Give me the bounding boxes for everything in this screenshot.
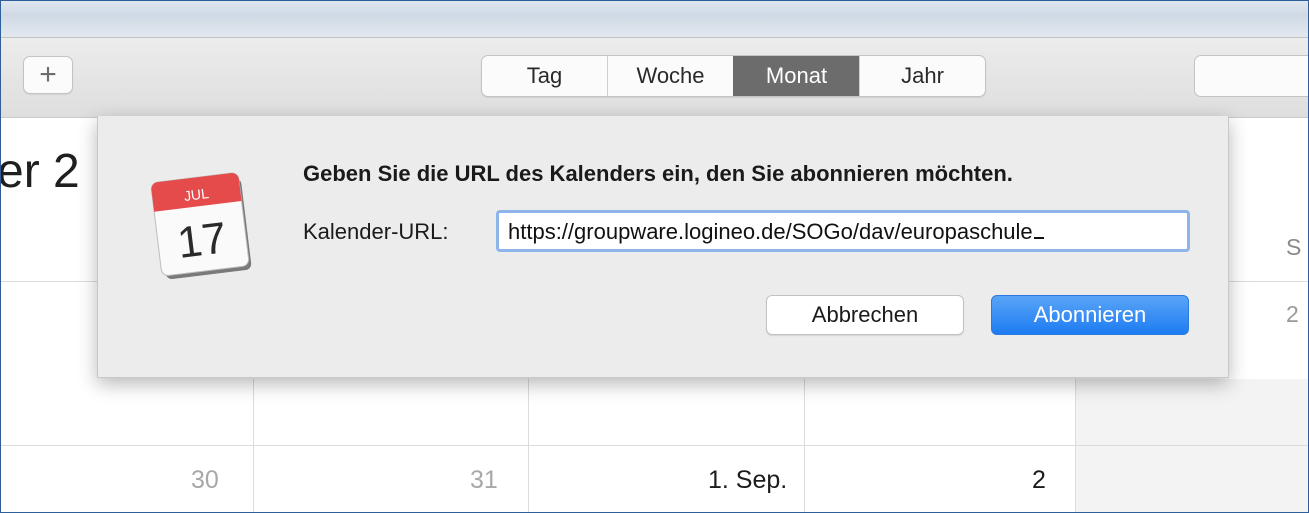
grid-line — [253, 379, 254, 512]
text-caret — [1033, 237, 1044, 239]
calendar-icon: JUL 17 — [150, 172, 252, 280]
day-number: 30 — [191, 466, 219, 494]
title-bar[interactable] — [1, 1, 1308, 38]
tab-week[interactable]: Woche — [607, 56, 733, 96]
tab-year[interactable]: Jahr — [859, 56, 985, 96]
day-number: 31 — [470, 466, 498, 494]
month-title: er 2 — [0, 145, 80, 198]
day-number: 2 — [1286, 301, 1299, 327]
day-number: 2 — [1032, 466, 1046, 494]
calendar-icon-day: 17 — [175, 213, 230, 268]
tab-day[interactable]: Tag — [482, 56, 607, 96]
weekend-cell — [1075, 446, 1308, 512]
subscribe-button[interactable]: Abonnieren — [991, 295, 1189, 335]
calendar-window: + Tag Woche Monat Jahr er 2 S 2 30 31 1.… — [0, 0, 1309, 513]
day-number: 1. Sep. — [708, 466, 788, 494]
add-event-button[interactable]: + — [23, 56, 73, 94]
search-input[interactable] — [1194, 55, 1308, 97]
calendar-icon-month: JUL — [183, 185, 210, 204]
grid-line — [804, 379, 805, 512]
view-switcher: Tag Woche Monat Jahr — [481, 55, 986, 97]
grid-line — [528, 379, 529, 512]
url-label: Kalender-URL: — [303, 219, 449, 244]
calendar-url-input[interactable]: https://groupware.logineo.de/SOGo/dav/eu… — [496, 210, 1190, 252]
dialog-message: Geben Sie die URL des Kalenders ein, den… — [303, 161, 1013, 186]
cancel-button[interactable]: Abbrechen — [766, 295, 964, 335]
weekday-header: S — [1286, 234, 1302, 260]
toolbar: + Tag Woche Monat Jahr — [1, 38, 1308, 118]
grid-line — [1075, 379, 1076, 512]
subscribe-dialog: JUL 17 Geben Sie die URL des Kalenders e… — [97, 116, 1229, 378]
url-value: https://groupware.logineo.de/SOGo/dav/eu… — [508, 219, 1033, 244]
weekend-cell — [1075, 379, 1308, 445]
tab-month[interactable]: Monat — [733, 56, 859, 96]
